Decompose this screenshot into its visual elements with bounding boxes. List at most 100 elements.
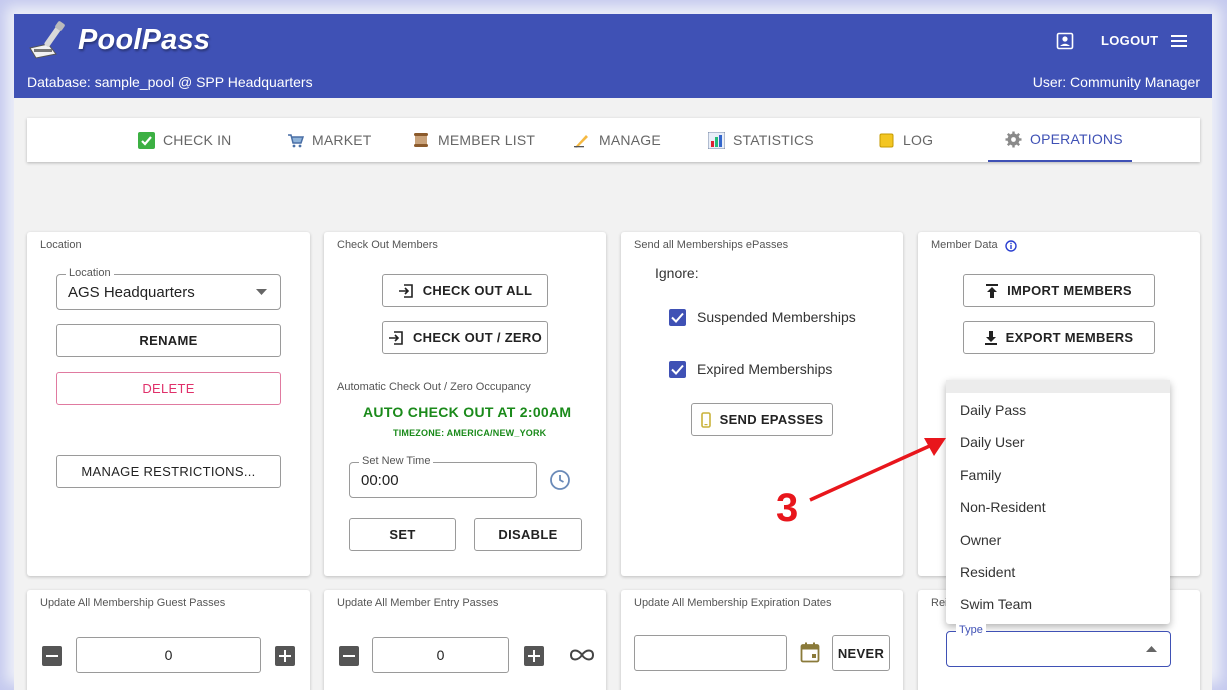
info-icon[interactable]	[1005, 240, 1017, 252]
dropdown-top-strip	[946, 380, 1170, 393]
decrement-button[interactable]	[339, 646, 359, 666]
tab-label: CHECK IN	[163, 132, 232, 148]
hamburger-menu-icon[interactable]	[1169, 32, 1189, 50]
tab-market[interactable]: MARKET	[286, 118, 372, 162]
infinity-icon[interactable]	[568, 647, 596, 663]
manage-restrictions-button[interactable]: MANAGE RESTRICTIONS...	[56, 455, 281, 488]
auto-checkout-status: AUTO CHECK OUT AT 2:00AM	[363, 404, 572, 420]
never-button[interactable]: NEVER	[832, 635, 890, 671]
expired-label: Expired Memberships	[697, 361, 833, 377]
suspended-checkbox[interactable]	[669, 309, 686, 326]
option-owner[interactable]: Owner	[960, 532, 1001, 548]
timezone-label: TIMEZONE: AMERICA/NEW_YORK	[393, 428, 547, 438]
type-select[interactable]: Type	[946, 624, 1171, 667]
card-title: Update All Member Entry Passes	[337, 597, 499, 609]
card-title: Location	[40, 239, 82, 251]
guest-passes-card: Update All Membership Guest Passes 0	[27, 590, 310, 690]
increment-button[interactable]	[275, 646, 295, 666]
location-card: Location Location AGS Headquarters RENAM…	[27, 232, 310, 576]
increment-button[interactable]	[524, 646, 544, 666]
option-resident[interactable]: Resident	[960, 564, 1015, 580]
caret-up-icon	[1146, 646, 1157, 652]
card-title: Check Out Members	[337, 239, 438, 251]
tab-label: STATISTICS	[733, 132, 814, 148]
expired-checkbox[interactable]	[669, 361, 686, 378]
location-select[interactable]: Location AGS Headquarters	[56, 267, 281, 310]
auto-checkout-title: Automatic Check Out / Zero Occupancy	[337, 381, 531, 393]
writing-hand-icon	[573, 131, 591, 149]
account-box-icon[interactable]	[1056, 32, 1074, 50]
tab-operations[interactable]: OPERATIONS	[988, 118, 1132, 162]
rename-button[interactable]: RENAME	[56, 324, 281, 357]
expiration-card: Update All Membership Expiration Dates N…	[621, 590, 903, 690]
option-swim-team[interactable]: Swim Team	[960, 596, 1032, 612]
card-title: Send all Memberships ePasses	[634, 239, 789, 251]
upload-icon	[986, 283, 999, 298]
location-value: AGS Headquarters	[68, 284, 195, 301]
field-label: Type	[956, 624, 986, 636]
option-family[interactable]: Family	[960, 467, 1001, 483]
minus-icon	[46, 655, 58, 657]
button-label: EXPORT MEMBERS	[1005, 330, 1134, 345]
plus-icon	[528, 650, 540, 662]
logout-button[interactable]: LOGOUT	[1101, 33, 1158, 48]
button-label: IMPORT MEMBERS	[1007, 283, 1132, 298]
option-daily-user[interactable]: Daily User	[960, 434, 1025, 450]
calendar-icon[interactable]	[800, 642, 820, 663]
type-dropdown-menu: Daily Pass Daily User Family Non-Residen…	[946, 380, 1170, 624]
tab-label: OPERATIONS	[1030, 131, 1123, 147]
database-label: Database: sample_pool @ SPP Headquarters	[27, 74, 313, 90]
notepad-icon	[877, 131, 895, 149]
card-title: Update All Membership Guest Passes	[40, 597, 226, 609]
ignore-label: Ignore:	[655, 265, 699, 281]
guest-passes-input[interactable]: 0	[76, 637, 261, 673]
decrement-button[interactable]	[42, 646, 62, 666]
button-label: CHECK OUT ALL	[422, 283, 533, 298]
import-members-button[interactable]: IMPORT MEMBERS	[963, 274, 1155, 307]
option-non-resident[interactable]: Non-Resident	[960, 499, 1046, 515]
annotation-number: 3	[776, 486, 799, 530]
check-out-zero-button[interactable]: CHECK OUT / ZERO	[382, 321, 548, 354]
button-label: CHECK OUT / ZERO	[412, 330, 543, 345]
scraper-logo-icon	[29, 21, 65, 59]
entry-passes-card: Update All Member Entry Passes 0	[324, 590, 606, 690]
expiration-date-input[interactable]	[634, 635, 787, 671]
app-header: PoolPass Database: sample_pool @ SPP Hea…	[14, 14, 1212, 98]
tab-member-list[interactable]: MEMBER LIST	[412, 118, 535, 162]
time-input[interactable]: Set New Time 00:00	[349, 455, 537, 498]
time-value: 00:00	[361, 472, 399, 489]
delete-button[interactable]: DELETE	[56, 372, 281, 405]
app-window: PoolPass Database: sample_pool @ SPP Hea…	[14, 14, 1212, 690]
tab-manage[interactable]: MANAGE	[573, 118, 661, 162]
annotation-arrow-icon	[809, 438, 946, 502]
gear-icon	[1004, 130, 1022, 148]
checkout-card: Check Out Members CHECK OUT ALL CHECK OU…	[324, 232, 606, 576]
tab-log[interactable]: LOG	[877, 118, 933, 162]
caret-down-icon	[256, 289, 267, 295]
check-icon	[671, 364, 684, 375]
field-label: Location	[66, 267, 114, 279]
plus-icon	[279, 650, 291, 662]
check-mark-icon	[137, 131, 155, 149]
shopping-cart-icon	[286, 131, 304, 149]
entry-passes-input[interactable]: 0	[372, 637, 509, 673]
card-title: Member Data	[931, 239, 998, 251]
download-icon	[984, 330, 997, 345]
suspended-label: Suspended Memberships	[697, 309, 856, 325]
tab-label: MANAGE	[599, 132, 661, 148]
set-button[interactable]: SET	[349, 518, 456, 551]
option-daily-pass[interactable]: Daily Pass	[960, 402, 1026, 418]
send-epasses-button[interactable]: SEND EPASSES	[691, 403, 833, 436]
user-label: User: Community Manager	[1032, 74, 1200, 90]
check-out-all-button[interactable]: CHECK OUT ALL	[382, 274, 548, 307]
tab-label: MEMBER LIST	[438, 132, 536, 148]
tab-label: LOG	[903, 132, 934, 148]
tab-statistics[interactable]: STATISTICS	[707, 118, 814, 162]
export-members-button[interactable]: EXPORT MEMBERS	[963, 321, 1155, 354]
disable-button[interactable]: DISABLE	[474, 518, 582, 551]
button-label: SEND EPASSES	[719, 412, 824, 427]
clock-icon[interactable]	[549, 469, 571, 491]
tab-check-in[interactable]: CHECK IN	[137, 118, 232, 162]
phone-icon	[700, 411, 711, 428]
scroll-icon	[412, 131, 430, 149]
